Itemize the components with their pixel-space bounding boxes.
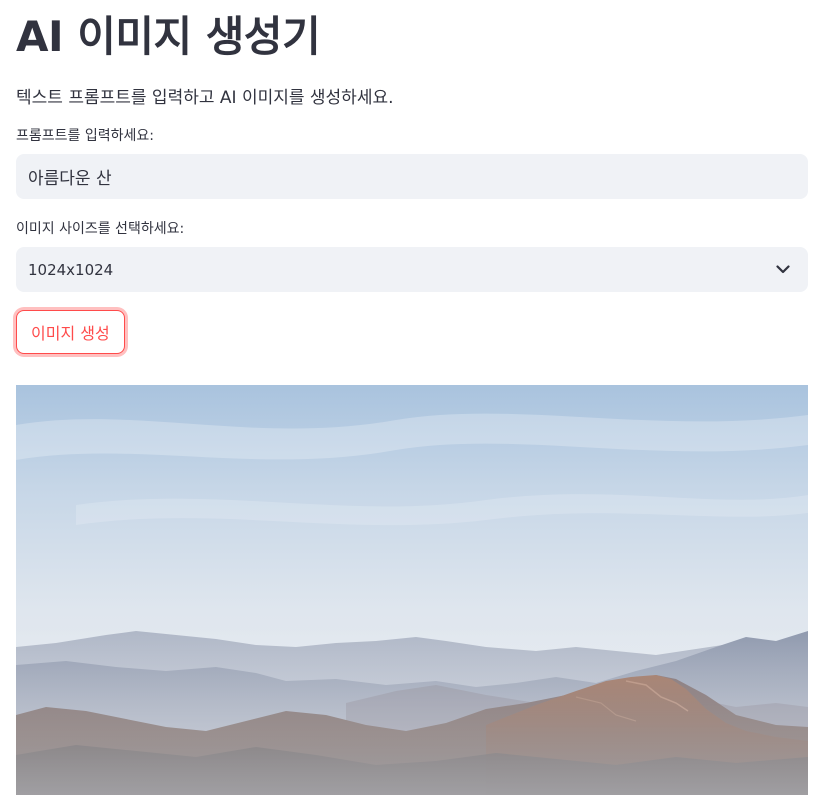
page-title: AI 이미지 생성기	[16, 12, 321, 61]
size-select-value: 1024x1024	[28, 260, 114, 279]
generate-image-button[interactable]: 이미지 생성	[16, 310, 125, 354]
prompt-input[interactable]: 아름다운 산	[16, 154, 808, 199]
chevron-down-icon	[774, 261, 792, 279]
generated-image	[16, 385, 808, 795]
generate-image-button-label: 이미지 생성	[31, 324, 110, 343]
page-description: 텍스트 프롬프트를 입력하고 AI 이미지를 생성하세요.	[16, 88, 394, 108]
prompt-input-value: 아름다운 산	[28, 169, 112, 189]
main-content: AI 이미지 생성기 텍스트 프롬프트를 입력하고 AI 이미지를 생성하세요.…	[16, 0, 808, 354]
size-select[interactable]: 1024x1024	[16, 247, 808, 292]
prompt-label: 프롬프트를 입력하세요:	[16, 128, 154, 144]
size-label: 이미지 사이즈를 선택하세요:	[16, 221, 185, 237]
